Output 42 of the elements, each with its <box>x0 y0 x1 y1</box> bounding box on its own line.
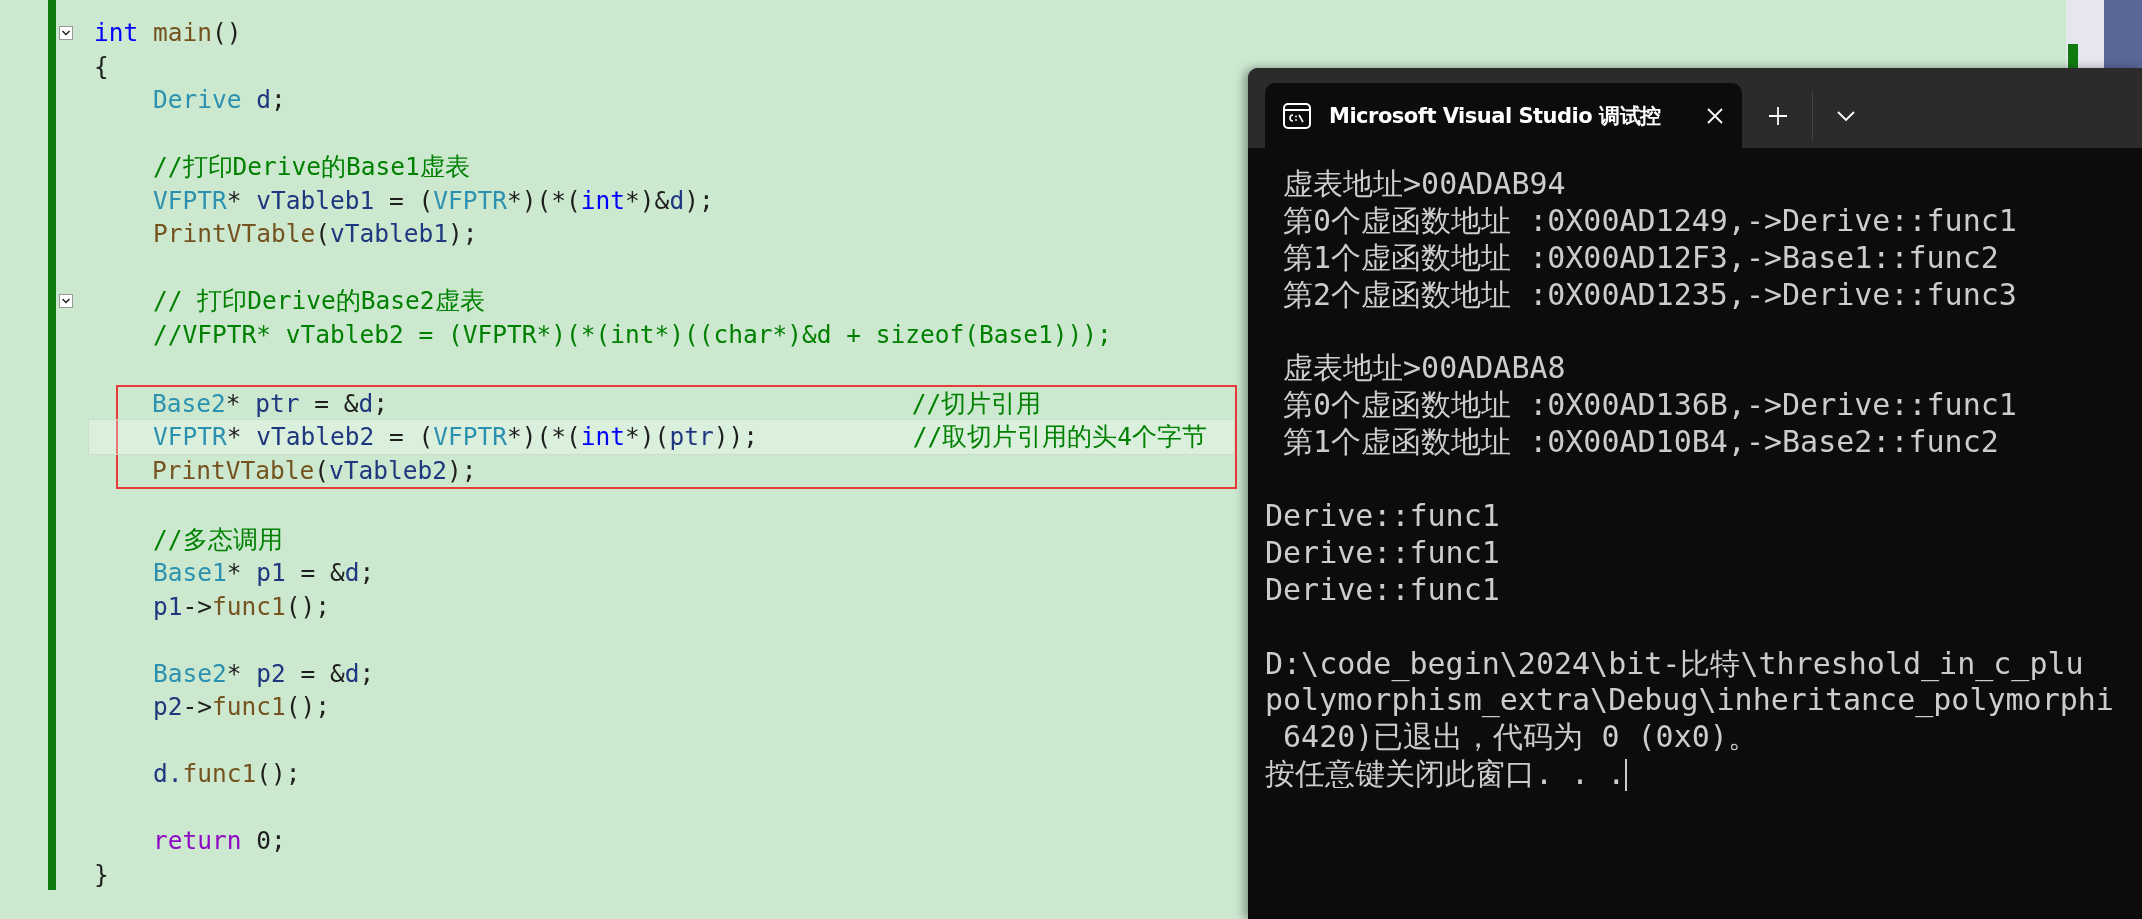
console-output-line: 第1个虚函数地址 :0X00AD12F3,->Base1::func2 <box>1282 239 2000 277</box>
console-output-line: Derive::func1 <box>1265 534 1501 572</box>
close-icon[interactable] <box>1706 106 1724 125</box>
collapse-icon[interactable] <box>59 293 73 308</box>
code-line: } <box>94 858 109 891</box>
console-output-line: D:\code_begin\2024\bit-比特\threshold_in_c_plu <box>1265 645 2085 683</box>
code-line: return 0; <box>152 825 286 857</box>
code-line: d.func1(); <box>152 758 301 790</box>
add-tab-icon[interactable] <box>1768 105 1788 126</box>
dropdown-icon[interactable] <box>1837 110 1855 121</box>
console-output-line: 按任意键关闭此窗口. . . <box>1265 756 1626 794</box>
console-output-line: 虚表地址>00ADABA8 <box>1282 350 1567 388</box>
code-line: PrintVTable(vTableb2); <box>151 454 477 487</box>
code-line: // 打印Derive的Base2虚表 <box>152 285 485 317</box>
console-icon <box>1283 102 1311 129</box>
code-line: p2->func1(); <box>152 691 331 723</box>
code-line: //多态调用 <box>152 523 283 556</box>
code-line: p1->func1(); <box>152 590 331 623</box>
change-mark <box>2068 44 2078 70</box>
code-line: Base2* ptr = &d; //切片引用 <box>151 387 1042 420</box>
code-line: //VFPTR* vTableb2 = (VFPTR*)(*(int*)((char*)&d + sizeof(Base1))); <box>152 318 1112 351</box>
console-output-line: 第2个虚函数地址 :0X00AD1235,->Derive::func3 <box>1282 276 2018 314</box>
code-line: Base1* p1 = &d; <box>152 557 375 589</box>
console-output-line: 第0个虚函数地址 :0X00AD1249,->Derive::func1 <box>1282 202 2018 240</box>
console-output-line: 6420)已退出，代码为 0 (0x0)。 <box>1282 719 1759 757</box>
code-line: int main() <box>94 17 242 49</box>
console-output-line: 虚表地址>00ADAB94 <box>1282 166 1567 203</box>
console-output-line: Derive::func1 <box>1265 498 1501 535</box>
code-line: VFPTR* vTableb1 = (VFPTR*)(*(int*)&d); <box>152 184 714 217</box>
code-line: Derive d; <box>152 84 286 116</box>
collapse-icon[interactable] <box>59 25 73 40</box>
console-output-line: polymorphism_extra\Debug\inheritance_polymorphi <box>1265 682 2115 720</box>
console-output-line: 第0个虚函数地址 :0X00AD136B,->Derive::func1 <box>1282 387 2018 425</box>
code-line: { <box>94 50 109 83</box>
code-line: Base2* p2 = &d; <box>152 657 375 690</box>
code-line: //打印Derive的Base1虚表 <box>152 151 470 183</box>
tab-title: Microsoft Visual Studio 调试控 <box>1329 102 1662 130</box>
code-line: PrintVTable(vTableb1); <box>152 218 478 250</box>
text-cursor <box>1625 758 1628 791</box>
console-output-line: 第1个虚函数地址 :0X00AD10B4,->Base2::func2 <box>1282 424 2000 462</box>
terminal-tab[interactable]: Microsoft Visual Studio 调试控 <box>1265 83 1742 148</box>
console-output-line: Derive::func1 <box>1265 571 1501 609</box>
